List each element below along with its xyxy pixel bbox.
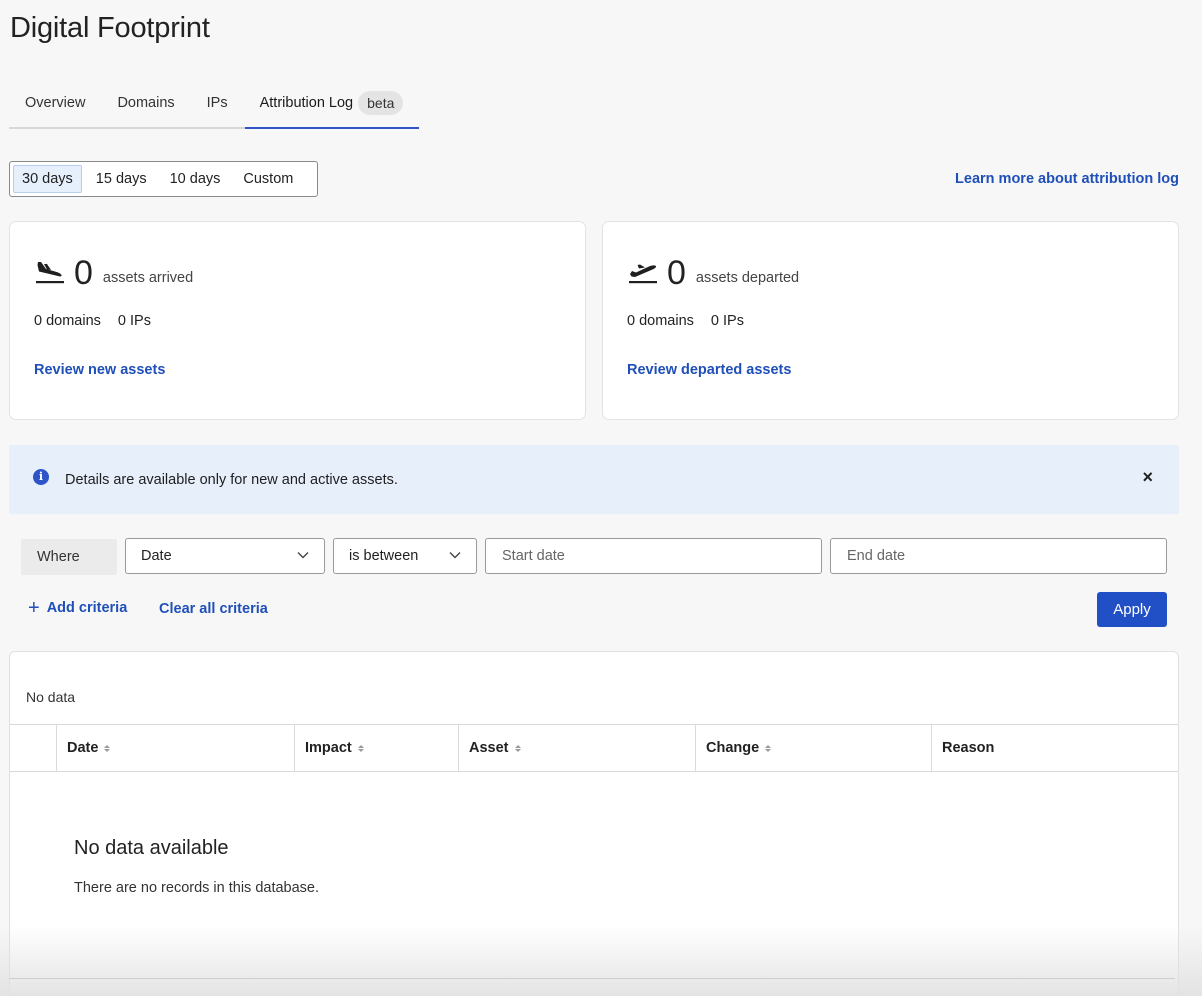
select-column-header [10,725,57,771]
column-label: Asset [469,740,509,756]
attribution-table: No data Date Impact Asset Change Reason … [9,651,1179,996]
sort-icon[interactable] [357,744,364,752]
empty-state-title: No data available [74,837,229,859]
arrived-count: 0 [74,254,93,292]
info-banner: i Details are available only for new and… [9,445,1179,514]
clear-all-criteria-link[interactable]: Clear all criteria [159,601,268,617]
plane-departure-icon [629,264,657,284]
add-criteria-button[interactable]: + Add criteria [28,597,128,619]
close-icon[interactable]: × [1142,467,1153,488]
sort-icon[interactable] [765,744,772,752]
review-new-assets-link[interactable]: Review new assets [34,362,165,378]
plus-icon: + [28,597,40,619]
sort-icon[interactable] [104,744,111,752]
end-date-input[interactable] [830,538,1167,574]
tab-label: Domains [117,95,175,111]
add-criteria-label: Add criteria [46,600,128,616]
column-label: Reason [942,740,995,756]
chevron-down-icon [297,552,309,559]
column-header-asset[interactable]: Asset [459,725,696,771]
column-label: Impact [305,740,352,756]
operator-select[interactable]: is between [333,538,477,574]
column-header-reason: Reason [932,725,1178,771]
column-label: Change [706,740,760,756]
departed-ips: 0 IPs [710,313,744,329]
range-30-days[interactable]: 30 days [13,165,82,193]
range-10-days[interactable]: 10 days [161,165,230,193]
arrived-caption: assets arrived [102,270,194,286]
divider [9,978,1175,979]
tab-bar: Overview Domains IPs Attribution Log bet… [9,86,420,129]
review-departed-assets-link[interactable]: Review departed assets [627,362,791,378]
departed-count: 0 [667,254,686,292]
column-header-date[interactable]: Date [57,725,295,771]
departed-domains: 0 domains [627,313,694,329]
operator-select-value: is between [349,548,419,564]
info-icon: i [33,469,49,485]
range-custom[interactable]: Custom [234,165,302,193]
page-title: Digital Footprint [10,12,210,44]
arrived-domains: 0 domains [34,313,101,329]
empty-state-description: There are no records in this database. [74,880,320,896]
tab-attribution-log[interactable]: Attribution Log beta [243,86,420,129]
tab-overview[interactable]: Overview [9,86,101,120]
arrived-ips: 0 IPs [117,313,151,329]
learn-more-link[interactable]: Learn more about attribution log [955,171,1179,187]
where-label: Where [21,539,117,575]
plane-arrival-icon [36,262,64,284]
table-header: Date Impact Asset Change Reason [10,724,1178,772]
sort-icon[interactable] [514,744,521,752]
apply-button[interactable]: Apply [1097,592,1167,627]
assets-departed-card: 0 assets departed 0 domains 0 IPs Review… [602,221,1179,420]
field-select[interactable]: Date [125,538,325,574]
table-status: No data [26,689,76,705]
column-label: Date [67,740,99,756]
tab-domains[interactable]: Domains [101,86,190,120]
tab-ips[interactable]: IPs [191,86,244,120]
assets-arrived-card: 0 assets arrived 0 domains 0 IPs Review … [9,221,586,420]
tab-label: IPs [206,95,228,111]
chevron-down-icon [449,552,461,559]
start-date-input[interactable] [485,538,822,574]
departed-caption: assets departed [695,270,800,286]
beta-badge: beta [358,91,404,115]
tab-label: Attribution Log [259,95,354,111]
banner-text: Details are available only for new and a… [65,472,398,488]
range-15-days[interactable]: 15 days [87,165,156,193]
column-header-change[interactable]: Change [696,725,932,771]
column-header-impact[interactable]: Impact [295,725,459,771]
time-range-selector: 30 days 15 days 10 days Custom [9,161,318,197]
field-select-value: Date [141,548,172,564]
tab-label: Overview [25,95,86,111]
